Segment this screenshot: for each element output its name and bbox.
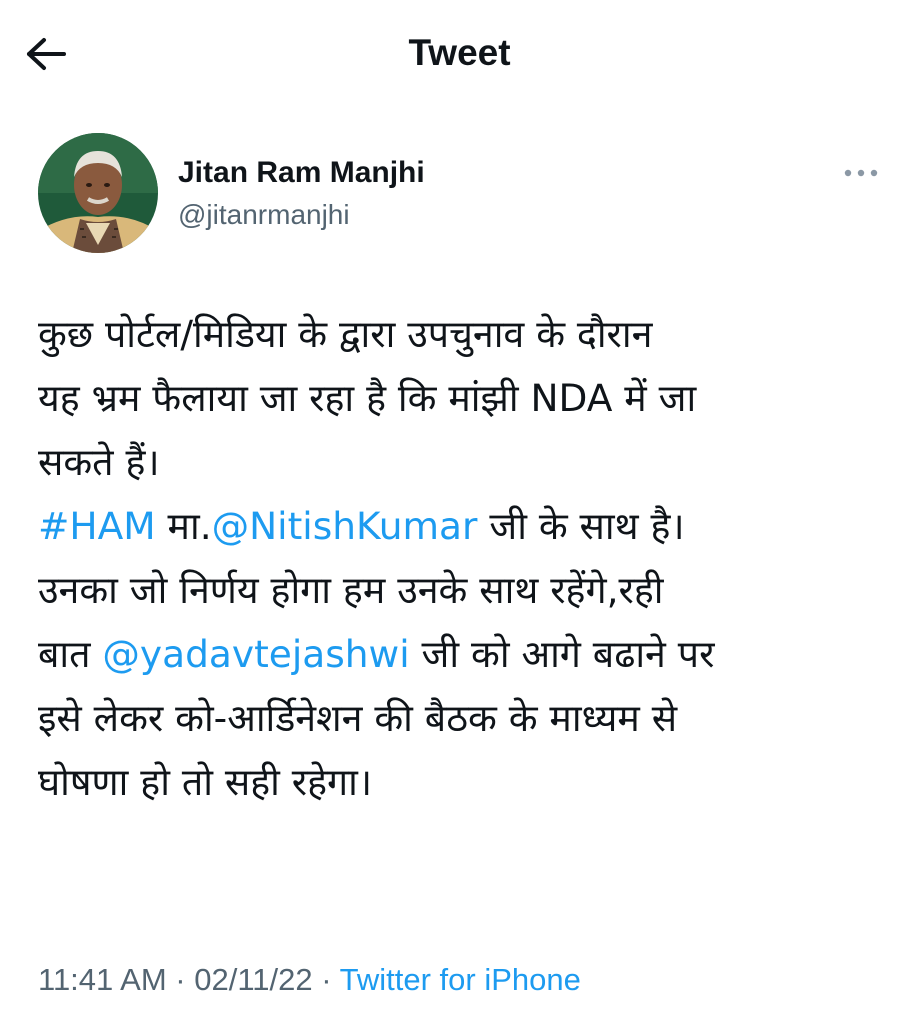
author-handle[interactable]: @jitanrmanjhi bbox=[178, 198, 350, 232]
tweet-metadata: 11:41 AM · 02/11/22 · Twitter for iPhone bbox=[38, 958, 581, 1002]
page-title: Tweet bbox=[408, 32, 511, 73]
more-horizontal-icon bbox=[844, 169, 878, 177]
tweet-author: Jitan Ram Manjhi @jitanrmanjhi bbox=[38, 133, 883, 253]
tweet-line: कुछ पोर्टल/मिडिया के द्वारा उपचुनाव के द… bbox=[38, 312, 653, 356]
tweet-line: उनका जो निर्णय होगा हम उनके साथ रहेंगे,र… bbox=[38, 568, 664, 612]
tweet-line: घोषणा हो तो सही रहेगा। bbox=[38, 760, 373, 804]
mention-link[interactable]: @NitishKumar bbox=[212, 504, 478, 548]
profile-photo bbox=[38, 133, 158, 253]
tweet-line: #HAM मा.@NitishKumar जी के साथ है। bbox=[38, 494, 868, 558]
app-header: Tweet bbox=[0, 0, 919, 105]
tweet-line: सकते हैं। bbox=[38, 440, 160, 484]
more-options-button[interactable] bbox=[839, 161, 883, 185]
tweet-line: इसे लेकर को-आर्डिनेशन की बैठक के माध्यम … bbox=[38, 696, 678, 740]
tweet-date[interactable]: 02/11/22 bbox=[194, 962, 312, 997]
author-display-name[interactable]: Jitan Ram Manjhi bbox=[178, 155, 425, 191]
tweet-text-segment: जी के साथ है। bbox=[477, 504, 685, 548]
tweet-line: बात @yadavtejashwi जी को आगे बढाने पर bbox=[38, 622, 868, 686]
meta-separator: · bbox=[312, 962, 340, 997]
tweet-time[interactable]: 11:41 AM bbox=[38, 962, 167, 997]
tweet-text: कुछ पोर्टल/मिडिया के द्वारा उपचुनाव के द… bbox=[38, 302, 868, 814]
tweet-source-link[interactable]: Twitter for iPhone bbox=[340, 962, 581, 997]
avatar[interactable] bbox=[38, 133, 158, 253]
tweet-text-segment: मा. bbox=[155, 504, 212, 548]
mention-link[interactable]: @yadavtejashwi bbox=[102, 632, 409, 676]
tweet-text-segment: जी को आगे बढाने पर bbox=[409, 632, 715, 676]
hashtag-link[interactable]: #HAM bbox=[38, 504, 156, 548]
tweet-text-segment: बात bbox=[38, 632, 103, 676]
meta-separator: · bbox=[166, 962, 195, 997]
tweet-line: यह भ्रम फैलाया जा रहा है कि मांझी NDA मे… bbox=[38, 376, 697, 420]
